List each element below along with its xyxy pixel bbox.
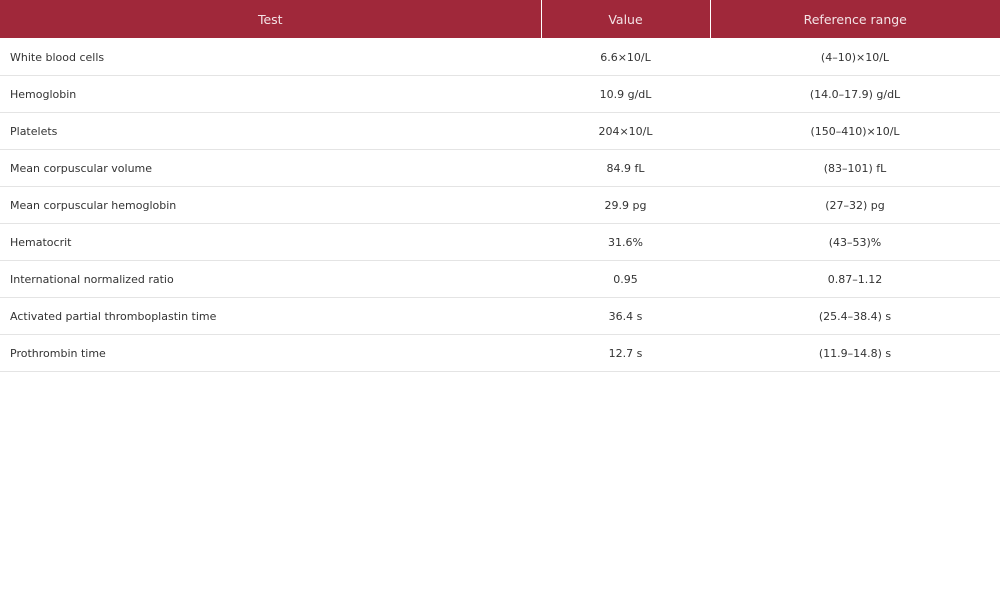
- cell-value: 6.6×10/L: [541, 38, 710, 76]
- cell-test: Prothrombin time: [0, 334, 541, 372]
- table-row: Prothrombin time 12.7 s (11.9–14.8) s: [0, 334, 1000, 372]
- cell-reference-range: (43–53)%: [710, 223, 1000, 261]
- cell-test: Mean corpuscular hemoglobin: [0, 186, 541, 224]
- lab-results-table: Test Value Reference range White blood c…: [0, 0, 1000, 372]
- table-row: Hematocrit 31.6% (43–53)%: [0, 223, 1000, 261]
- cell-value: 0.95: [541, 260, 710, 298]
- table-row: International normalized ratio 0.95 0.87…: [0, 260, 1000, 298]
- cell-test: International normalized ratio: [0, 260, 541, 298]
- cell-reference-range: (25.4–38.4) s: [710, 297, 1000, 335]
- cell-test: Activated partial thromboplastin time: [0, 297, 541, 335]
- cell-value: 12.7 s: [541, 334, 710, 372]
- cell-test: Hemoglobin: [0, 75, 541, 113]
- table-row: White blood cells 6.6×10/L (4–10)×10/L: [0, 38, 1000, 76]
- cell-reference-range: (4–10)×10/L: [710, 38, 1000, 76]
- header-row: Test Value Reference range: [0, 0, 1000, 39]
- table-header: Test Value Reference range: [0, 0, 1000, 39]
- cell-test: Platelets: [0, 112, 541, 150]
- header-test: Test: [0, 0, 542, 39]
- cell-value: 204×10/L: [541, 112, 710, 150]
- cell-reference-range: (27–32) pg: [710, 186, 1000, 224]
- cell-value: 31.6%: [541, 223, 710, 261]
- table-row: Hemoglobin 10.9 g/dL (14.0–17.9) g/dL: [0, 75, 1000, 113]
- table-row: Platelets 204×10/L (150–410)×10/L: [0, 112, 1000, 150]
- cell-value: 29.9 pg: [541, 186, 710, 224]
- cell-reference-range: (11.9–14.8) s: [710, 334, 1000, 372]
- cell-reference-range: (83–101) fL: [710, 149, 1000, 187]
- cell-reference-range: 0.87–1.12: [710, 260, 1000, 298]
- cell-test: Hematocrit: [0, 223, 541, 261]
- cell-value: 84.9 fL: [541, 149, 710, 187]
- table-row: Activated partial thromboplastin time 36…: [0, 297, 1000, 335]
- table-row: Mean corpuscular volume 84.9 fL (83–101)…: [0, 149, 1000, 187]
- header-reference-range: Reference range: [710, 0, 1000, 39]
- table-body: White blood cells 6.6×10/L (4–10)×10/L H…: [0, 38, 1000, 372]
- cell-reference-range: (150–410)×10/L: [710, 112, 1000, 150]
- cell-value: 10.9 g/dL: [541, 75, 710, 113]
- cell-reference-range: (14.0–17.9) g/dL: [710, 75, 1000, 113]
- table-row: Mean corpuscular hemoglobin 29.9 pg (27–…: [0, 186, 1000, 224]
- header-value: Value: [541, 0, 711, 39]
- cell-value: 36.4 s: [541, 297, 710, 335]
- cell-test: Mean corpuscular volume: [0, 149, 541, 187]
- cell-test: White blood cells: [0, 38, 541, 76]
